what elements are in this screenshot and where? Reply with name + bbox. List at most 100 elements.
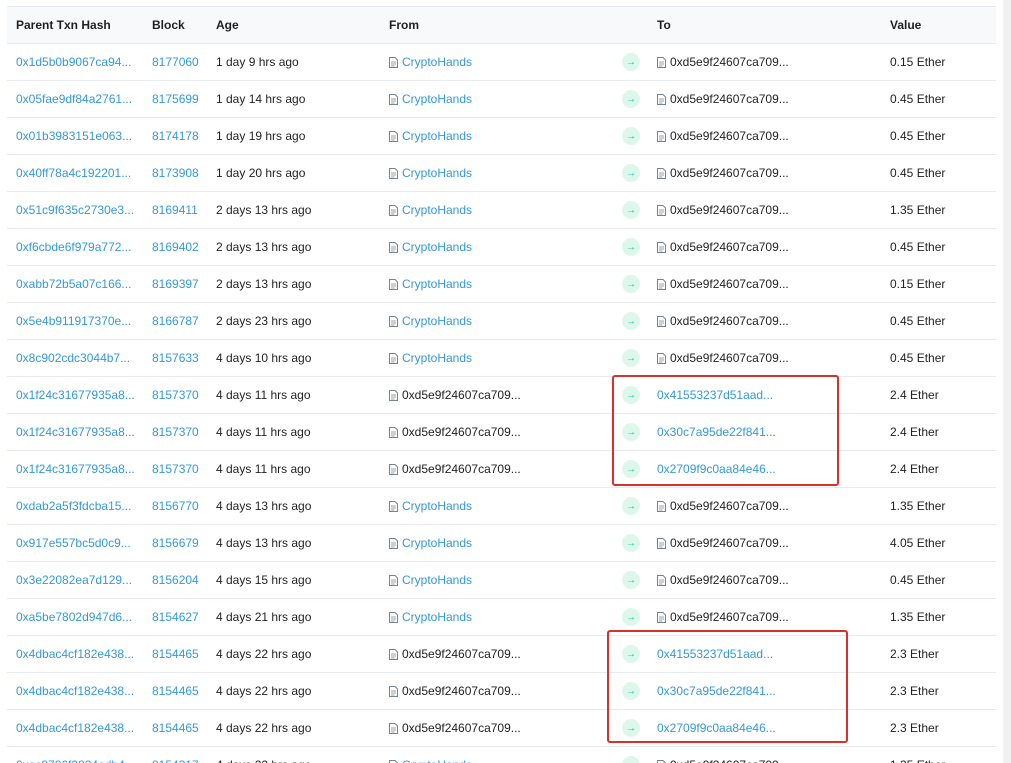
parent-txn-hash-link-text[interactable]: 0xdab2a5f3fdcba15... [16, 499, 131, 513]
block-link-text[interactable]: 8157370 [152, 388, 199, 402]
block-link-text[interactable]: 8173908 [152, 166, 199, 180]
to-address-text[interactable]: 0x30c7a95de22f841... [657, 425, 776, 439]
parent-txn-hash-link[interactable]: 0x51c9f635c2730e3... [16, 192, 134, 228]
parent-txn-hash-link[interactable]: 0x4dbac4cf182e438... [16, 710, 134, 746]
block-link-text[interactable]: 8157633 [152, 351, 199, 365]
block-link[interactable]: 8177060 [152, 44, 199, 80]
to-address[interactable]: 0x2709f9c0aa84e46... [657, 710, 776, 746]
block-link-text[interactable]: 8154465 [152, 721, 199, 735]
block-link-text[interactable]: 8154627 [152, 610, 199, 624]
block-link[interactable]: 8173908 [152, 155, 199, 191]
block-link[interactable]: 8169402 [152, 229, 199, 265]
parent-txn-hash-link-text[interactable]: 0xa5be7802d947d6... [16, 610, 132, 624]
block-link-text[interactable]: 8169402 [152, 240, 199, 254]
block-link[interactable]: 8156204 [152, 562, 199, 598]
parent-txn-hash-link-text[interactable]: 0x4dbac4cf182e438... [16, 721, 134, 735]
block-link[interactable]: 8166787 [152, 303, 199, 339]
from-address[interactable]: CryptoHands [389, 525, 472, 561]
parent-txn-hash-link[interactable]: 0x4dbac4cf182e438... [16, 636, 134, 672]
parent-txn-hash-link[interactable]: 0x3e22082ea7d129... [16, 562, 132, 598]
parent-txn-hash-link-text[interactable]: 0x917e557bc5d0c9... [16, 536, 131, 550]
block-link-text[interactable]: 8169411 [152, 203, 198, 217]
from-address[interactable]: CryptoHands [389, 562, 472, 598]
parent-txn-hash-link[interactable]: 0x1f24c31677935a8... [16, 377, 135, 413]
from-address[interactable]: CryptoHands [389, 303, 472, 339]
from-address-text[interactable]: CryptoHands [402, 166, 472, 180]
to-address[interactable]: 0x41553237d51aad... [657, 377, 773, 413]
parent-txn-hash-link[interactable]: 0xabb72b5a07c166... [16, 266, 131, 302]
parent-txn-hash-link[interactable]: 0xac8786f3834edb4... [16, 747, 135, 763]
to-address-text[interactable]: 0x2709f9c0aa84e46... [657, 721, 776, 735]
from-address[interactable]: CryptoHands [389, 266, 472, 302]
block-link[interactable]: 8154465 [152, 636, 199, 672]
block-link-text[interactable]: 8156770 [152, 499, 199, 513]
to-address[interactable]: 0x2709f9c0aa84e46... [657, 451, 776, 487]
from-address-text[interactable]: CryptoHands [402, 573, 472, 587]
from-address[interactable]: CryptoHands [389, 118, 472, 154]
block-link[interactable]: 8157370 [152, 451, 199, 487]
parent-txn-hash-link-text[interactable]: 0x1f24c31677935a8... [16, 388, 135, 402]
block-link[interactable]: 8169397 [152, 266, 199, 302]
parent-txn-hash-link-text[interactable]: 0xf6cbde6f979a772... [16, 240, 131, 254]
parent-txn-hash-link[interactable]: 0x4dbac4cf182e438... [16, 673, 134, 709]
parent-txn-hash-link[interactable]: 0x40ff78a4c192201... [16, 155, 131, 191]
to-address-text[interactable]: 0x41553237d51aad... [657, 647, 773, 661]
from-address[interactable]: CryptoHands [389, 599, 472, 635]
parent-txn-hash-link-text[interactable]: 0x4dbac4cf182e438... [16, 684, 134, 698]
parent-txn-hash-link[interactable]: 0xdab2a5f3fdcba15... [16, 488, 131, 524]
parent-txn-hash-link-text[interactable]: 0x1d5b0b9067ca94... [16, 55, 131, 69]
parent-txn-hash-link[interactable]: 0x1f24c31677935a8... [16, 451, 135, 487]
from-address[interactable]: CryptoHands [389, 192, 472, 228]
from-address[interactable]: CryptoHands [389, 747, 472, 763]
block-link-text[interactable]: 8154465 [152, 647, 199, 661]
block-link-text[interactable]: 8157370 [152, 462, 199, 476]
from-address-text[interactable]: CryptoHands [402, 314, 472, 328]
parent-txn-hash-link[interactable]: 0x1f24c31677935a8... [16, 414, 135, 450]
from-address-text[interactable]: CryptoHands [402, 758, 472, 763]
to-address-text[interactable]: 0x41553237d51aad... [657, 388, 773, 402]
from-address-text[interactable]: CryptoHands [402, 92, 472, 106]
parent-txn-hash-link[interactable]: 0xa5be7802d947d6... [16, 599, 132, 635]
block-link[interactable]: 8156770 [152, 488, 199, 524]
from-address-text[interactable]: CryptoHands [402, 351, 472, 365]
block-link[interactable]: 8156679 [152, 525, 199, 561]
parent-txn-hash-link-text[interactable]: 0x05fae9df84a2761... [16, 92, 132, 106]
block-link[interactable]: 8154627 [152, 599, 199, 635]
parent-txn-hash-link[interactable]: 0x05fae9df84a2761... [16, 81, 132, 117]
block-link[interactable]: 8154317 [152, 747, 199, 763]
block-link[interactable]: 8175699 [152, 81, 199, 117]
block-link[interactable]: 8157370 [152, 414, 199, 450]
to-address-text[interactable]: 0x2709f9c0aa84e46... [657, 462, 776, 476]
to-address[interactable]: 0x30c7a95de22f841... [657, 414, 776, 450]
parent-txn-hash-link[interactable]: 0x917e557bc5d0c9... [16, 525, 131, 561]
from-address[interactable]: CryptoHands [389, 81, 472, 117]
parent-txn-hash-link[interactable]: 0x1d5b0b9067ca94... [16, 44, 131, 80]
parent-txn-hash-link-text[interactable]: 0x1f24c31677935a8... [16, 425, 135, 439]
parent-txn-hash-link-text[interactable]: 0x1f24c31677935a8... [16, 462, 135, 476]
parent-txn-hash-link[interactable]: 0x8c902cdc3044b7... [16, 340, 130, 376]
from-address-text[interactable]: CryptoHands [402, 610, 472, 624]
from-address-text[interactable]: CryptoHands [402, 536, 472, 550]
from-address[interactable]: CryptoHands [389, 488, 472, 524]
block-link[interactable]: 8157370 [152, 377, 199, 413]
block-link-text[interactable]: 8177060 [152, 55, 199, 69]
from-address-text[interactable]: CryptoHands [402, 203, 472, 217]
block-link[interactable]: 8174178 [152, 118, 199, 154]
block-link-text[interactable]: 8154465 [152, 684, 199, 698]
from-address-text[interactable]: CryptoHands [402, 55, 472, 69]
block-link-text[interactable]: 8156679 [152, 536, 199, 550]
parent-txn-hash-link-text[interactable]: 0x5e4b911917370e... [16, 314, 131, 328]
block-link-text[interactable]: 8175699 [152, 92, 199, 106]
block-link-text[interactable]: 8174178 [152, 129, 199, 143]
from-address-text[interactable]: CryptoHands [402, 499, 472, 513]
block-link-text[interactable]: 8169397 [152, 277, 199, 291]
block-link-text[interactable]: 8154317 [152, 758, 199, 763]
block-link-text[interactable]: 8157370 [152, 425, 199, 439]
parent-txn-hash-link-text[interactable]: 0x8c902cdc3044b7... [16, 351, 130, 365]
scrollbar[interactable] [1003, 0, 1011, 763]
parent-txn-hash-link-text[interactable]: 0x40ff78a4c192201... [16, 166, 131, 180]
from-address-text[interactable]: CryptoHands [402, 240, 472, 254]
from-address-text[interactable]: CryptoHands [402, 129, 472, 143]
from-address[interactable]: CryptoHands [389, 155, 472, 191]
block-link[interactable]: 8154465 [152, 710, 199, 746]
